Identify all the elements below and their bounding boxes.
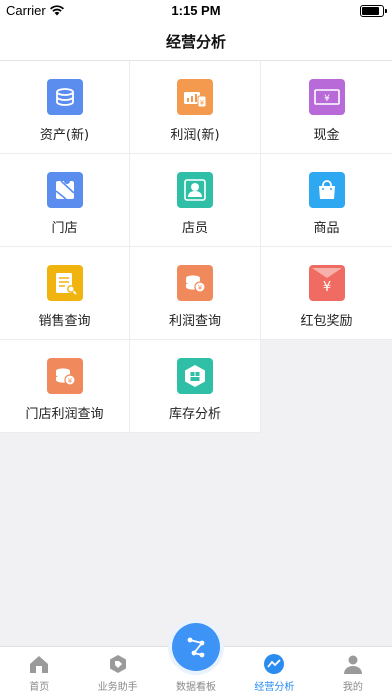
grid-item-cash[interactable]: ¥ 现金 — [261, 61, 392, 154]
svg-text:¥: ¥ — [67, 377, 72, 385]
yen-coins-icon: ¥ — [177, 265, 213, 301]
grid-item-label: 资产(新) — [39, 128, 90, 143]
battery-fill — [362, 7, 379, 15]
grid-item-inventory-analysis[interactable]: 库存分析 — [130, 340, 261, 433]
profit-chart-icon: ¥ — [177, 79, 213, 115]
grid-item-label: 利润(新) — [170, 128, 220, 143]
tab-label: 数据看板 — [176, 682, 217, 693]
battery-icon — [360, 5, 387, 17]
tab-bar: 首页 业务助手 数据看板 经营分析 我的 — [0, 623, 392, 696]
tab-home[interactable]: 首页 — [0, 647, 78, 696]
tab-data-dashboard[interactable]: 数据看板 — [157, 623, 235, 696]
grid-item-stores[interactable]: 门店 — [0, 154, 130, 247]
svg-text:¥: ¥ — [324, 94, 330, 104]
grid-item-label: 门店利润查询 — [25, 407, 104, 422]
grid-item-label: 商品 — [313, 221, 340, 236]
grid-item-label: 门店 — [51, 221, 78, 236]
grid-item-label: 销售查询 — [38, 314, 91, 329]
grid-item-store-profit-query[interactable]: ¥ 门店利润查询 — [0, 340, 130, 433]
page-title: 经营分析 — [165, 32, 226, 51]
grid-item-assets[interactable]: 资产(新) — [0, 61, 130, 154]
cash-icon: ¥ — [308, 79, 345, 115]
grid-item-red-envelope[interactable]: ¥ 红包奖励 — [261, 247, 392, 340]
status-bar: Carrier 1:15 PM — [0, 0, 392, 22]
svg-text:¥: ¥ — [322, 280, 330, 295]
grid-item-profit-query[interactable]: ¥ 利润查询 — [130, 247, 261, 340]
grid-item-clerks[interactable]: 店员 — [130, 154, 261, 247]
red-envelope-icon: ¥ — [308, 265, 345, 301]
svg-text:¥: ¥ — [200, 99, 205, 107]
grid-item-label: 利润查询 — [168, 314, 221, 329]
tag-icon — [107, 653, 129, 675]
grid-item-profit[interactable]: ¥ 利润(新) — [130, 61, 261, 154]
grid-item-sales-query[interactable]: 销售查询 — [0, 247, 130, 340]
sales-doc-icon — [46, 265, 83, 301]
tab-business-analysis[interactable]: 经营分析 — [235, 647, 313, 696]
clerk-icon — [177, 172, 213, 208]
tab-business-assistant[interactable]: 业务助手 — [78, 647, 156, 696]
store-yen-coins-icon: ¥ — [46, 358, 83, 394]
status-time: 1:15 PM — [171, 3, 221, 18]
user-icon — [342, 653, 364, 675]
inventory-icon — [177, 358, 213, 394]
tab-label: 我的 — [342, 682, 363, 693]
nav-bar: 经营分析 — [0, 22, 392, 61]
tab-mine[interactable]: 我的 — [314, 647, 392, 696]
grid-item-products[interactable]: 商品 — [261, 154, 392, 247]
dashboard-flow-icon — [172, 623, 221, 671]
grid-item-label: 库存分析 — [168, 407, 221, 422]
tab-label: 业务助手 — [97, 682, 138, 693]
feature-grid: 资产(新) ¥ 利润(新) ¥ 现金 门店 店员 商品 销售查询 ¥ 利润查询 … — [0, 61, 392, 433]
coins-icon — [46, 79, 83, 115]
grid-item-label: 红包奖励 — [300, 314, 353, 329]
store-map-icon — [46, 172, 83, 208]
svg-text:¥: ¥ — [198, 284, 203, 292]
analysis-icon — [263, 653, 285, 675]
grid-item-label: 现金 — [313, 128, 340, 143]
shopping-bag-icon — [308, 172, 345, 208]
home-icon — [28, 653, 50, 675]
tab-label: 首页 — [29, 682, 50, 693]
tab-label: 经营分析 — [254, 682, 295, 693]
grid-item-label: 店员 — [181, 221, 208, 236]
